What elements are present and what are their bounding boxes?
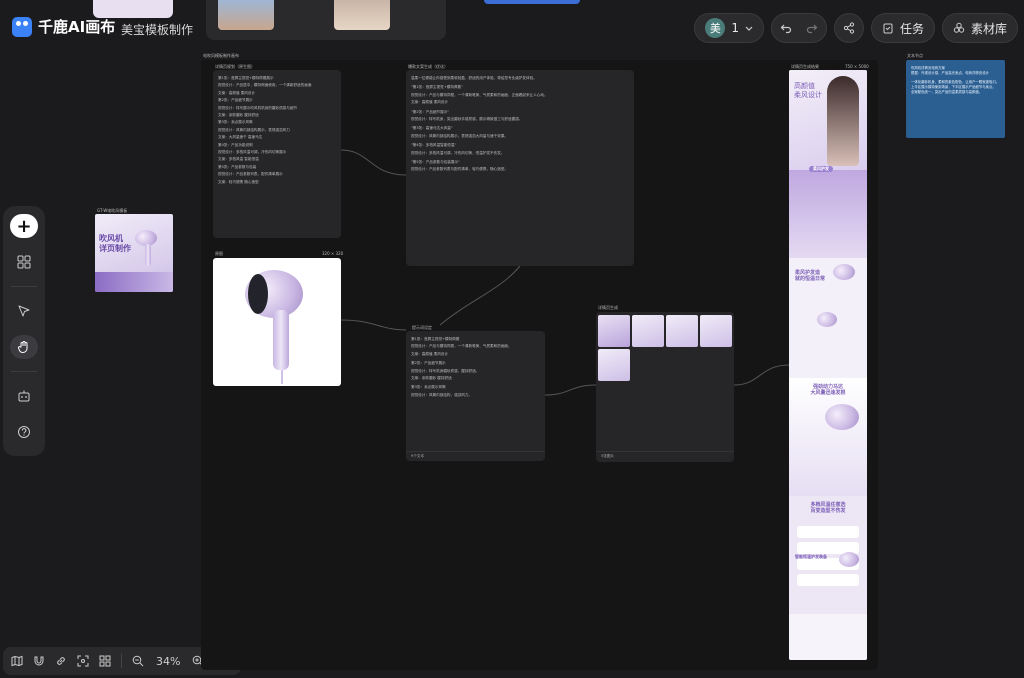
poster-text-line: 就的恒温日常 [795, 276, 826, 282]
poster-text-line: 百变造型不伤发 [810, 508, 846, 514]
node-count: 9个文本 [411, 454, 425, 458]
text-line: 文案：亲肤磨砂 握持舒适 [411, 376, 452, 381]
poster-section [789, 614, 867, 660]
text-line: 第5张：产品参数与包装 [218, 164, 257, 169]
generated-thumb[interactable] [666, 315, 698, 347]
generated-thumb[interactable] [700, 315, 732, 347]
text-line: 第4张：产品功能说明 [218, 142, 253, 147]
generated-thumb[interactable] [598, 315, 630, 347]
dryer-handle [273, 310, 289, 370]
dryer-nozzle [248, 274, 268, 314]
poster-section-title: 多档风温任意选 百变造型不伤发 [795, 502, 861, 514]
generated-thumb[interactable] [598, 349, 630, 381]
poster-feature-row [797, 526, 859, 538]
text-line: 文案：大风量速干 高速马达 [218, 135, 263, 140]
copywriting-text-node[interactable]: 温柔一拉便能让你感受到柔软轻盈，舒适的用户体验，带给您专业级护发体验。 "第1张… [406, 70, 634, 266]
poster-section-title: 智能恒温护发装备 [795, 554, 827, 559]
node-label: 文本节点 [907, 53, 923, 58]
text-line: 视觉设计：风筒内部结构展示，表现强劲风力 [218, 127, 290, 132]
source-image-node[interactable] [213, 258, 341, 386]
text-line: 视觉设计：产品与模特同框，一个清新唯美、气质柔和的画面。 [411, 344, 512, 349]
dryer-illustration [817, 312, 837, 327]
dryer-illustration [825, 404, 859, 430]
text-line: 视觉设计：多档风温可调，冷热风切换，恒温护发不伤发。 [411, 150, 505, 155]
dryer-illustration [833, 264, 855, 280]
text-line: 视觉设计：特写机身磨砂质感，握持舒适。 [411, 368, 480, 373]
text-line: 文案：轻巧便携 随心造型 [218, 179, 259, 184]
text-line: 视觉设计：多档风温可调，冷热风切换展示 [218, 150, 287, 155]
dryer-illustration [839, 552, 859, 567]
poster-text-line: 高颜值 [794, 82, 815, 90]
image-size: 320 × 320 [322, 251, 344, 256]
text-line: 第3张：卖点展示风筒 [411, 385, 446, 390]
text-line: 文案：高颜值 柔风设计 [411, 351, 449, 356]
poster-text-line: 大风量迅速发根 [810, 390, 846, 396]
text-line: 文案：多档风温 智能恒温 [218, 157, 259, 162]
node-footer: 5张图片 [596, 451, 734, 461]
text-line: 视觉设计：产品与模特同框，一个清新唯美、气质柔和的画面，正面看起来让人心动。 [411, 92, 548, 97]
generated-thumb[interactable] [632, 315, 664, 347]
model-photo [827, 76, 859, 166]
dryer-cord [281, 370, 283, 384]
text-line: 视觉设计：风筒内部结构展示，表现强劲大风量与速干效果。 [411, 133, 509, 138]
text-line: 温柔一拉便能让你感受到柔软轻盈，舒适的用户体验，带给您专业级护发体验。 [411, 76, 537, 80]
text-line: 视觉设计：产品参数列表，配件清单展示 [218, 172, 283, 177]
generation-node[interactable] [596, 312, 734, 462]
text-line: 根据：外观设计感、产品高光卖点、电商详情页设计 [911, 71, 989, 75]
poster-section-title: 强劲动力马达 大风量迅速发根 [795, 384, 861, 396]
plan-text-node[interactable]: 第1张：首屏主视觉+模特佩戴展示 视觉设计：产品居中，模特侧面使用，一个清新舒适… [213, 70, 341, 238]
text-line: 第2张：产品细节展示 [411, 361, 446, 366]
text-line: 视觉设计：产品参数列表与配件清单，轻巧便携，随心造型。 [411, 167, 509, 172]
text-line: 第1张：首屏主视觉+模特佩戴展示 [218, 76, 274, 80]
poster-size: 750 × 5000 [845, 64, 869, 69]
poster-tag: 柔风护发 [809, 166, 833, 172]
text-line: "第2张：产品细节展示" [411, 109, 449, 114]
prompt-text-node[interactable]: 第1张：首屏主视觉+模特佩戴 视觉设计：产品与模特同框，一个清新唯美、气质柔和的… [406, 331, 545, 461]
poster-section [789, 170, 867, 258]
text-line: 视觉设计：产品居中，模特侧面使用，一个清新舒适的画面 [218, 83, 312, 88]
text-line: 文案：高颜值 柔风设计 [218, 90, 256, 95]
poster-hero-title: 高颜值 柔风设计 [794, 82, 822, 100]
text-line: "第5张：产品参数与包装展示" [411, 160, 460, 165]
text-line: 文案：高颜值 柔风设计 [411, 100, 449, 105]
node-count: 5张图片 [601, 454, 615, 458]
text-line: "第4张：多档风温智能恒温" [411, 143, 457, 148]
detail-page-poster[interactable]: 高颜值 柔风设计 柔风护发 柔风护发造 就的恒温日常 强劲动力马达 大风量迅速发… [789, 70, 867, 660]
text-line: 文案：亲肤磨砂 握持舒适 [218, 113, 259, 118]
node-label: 原图 [215, 251, 223, 256]
text-line: 第3张：卖点展示风筒 [218, 120, 253, 125]
text-line: 全案配色统一，突出产品的温柔质感与高颜值。 [911, 90, 983, 94]
text-line: 视觉设计：特写机身，突出磨砂手感质感，展示精致做工与舒适握感。 [411, 117, 523, 122]
poster-text-line: 柔风设计 [794, 91, 822, 99]
poster-feature-row [797, 574, 859, 586]
note-text-node[interactable]: 吹风机详情页电商方案 根据：外观设计感、产品高光卖点、电商详情页设计 一体化磨砂… [906, 60, 1005, 138]
node-label: 详情页生成 [598, 305, 618, 310]
text-line: 视觉设计：风筒内部结构，强劲风力。 [411, 392, 473, 397]
text-line: 第1张：首屏主视觉+模特佩戴 [411, 337, 460, 341]
poster-section-title: 柔风护发造 就的恒温日常 [795, 270, 825, 282]
text-line: 第2张：产品细节展示 [218, 98, 253, 103]
text-line: "第3张：高速马达大风量" [411, 126, 453, 131]
node-footer: 9个文本 [406, 451, 545, 461]
text-line: "第1张：首屏主视觉+模特佩戴" [411, 85, 463, 90]
text-line: 视觉设计：特写展示吹风机机身的磨砂质感与细节 [218, 105, 298, 110]
